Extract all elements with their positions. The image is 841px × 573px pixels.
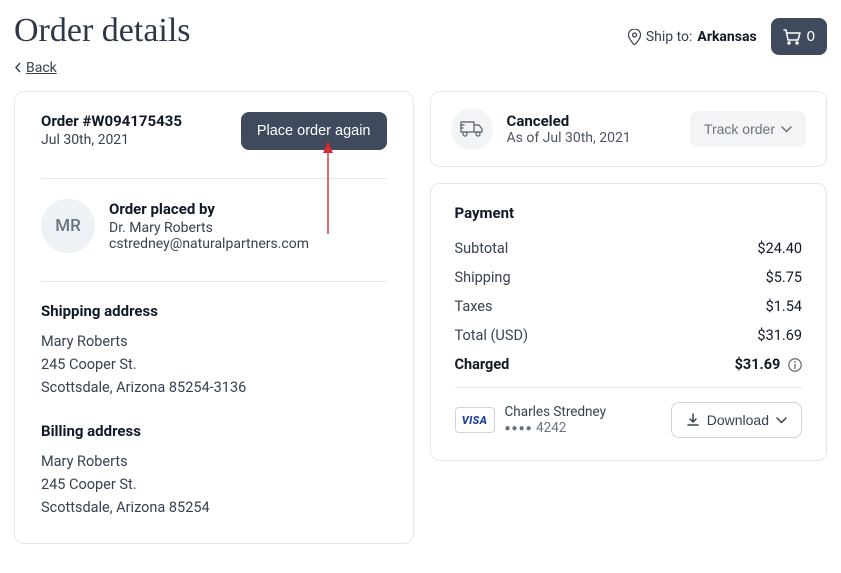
- download-icon: [686, 413, 700, 427]
- charged-label: Charged: [455, 356, 510, 373]
- status-title: Canceled: [507, 112, 631, 130]
- place-order-again-button[interactable]: Place order again: [241, 112, 387, 150]
- chevron-down-icon: [781, 126, 792, 133]
- left-column: Order #W094175435 Jul 30th, 2021 Place o…: [14, 91, 414, 544]
- billing-line2: Scottsdale, Arizona 85254: [41, 496, 387, 519]
- total-label: Total (USD): [455, 327, 529, 344]
- payment-card: Payment Subtotal $24.40 Shipping $5.75 T…: [430, 183, 828, 461]
- total-value: $31.69: [757, 327, 802, 344]
- cart-count: 0: [807, 28, 815, 45]
- subtotal-value: $24.40: [757, 240, 802, 257]
- credit-card-info: VISA Charles Stredney ●●●● 4242: [455, 404, 606, 436]
- cart-icon: [783, 29, 801, 45]
- download-label: Download: [707, 412, 769, 428]
- taxes-value: $1.54: [766, 298, 802, 315]
- shipping-line1: 245 Cooper St.: [41, 353, 387, 376]
- right-column: Canceled As of Jul 30th, 2021 Track orde…: [430, 91, 828, 461]
- billing-name: Mary Roberts: [41, 450, 387, 473]
- order-header-row: Order #W094175435 Jul 30th, 2021 Place o…: [41, 112, 387, 150]
- track-order-label: Track order: [704, 121, 775, 137]
- order-status-card: Canceled As of Jul 30th, 2021 Track orde…: [430, 91, 828, 167]
- charged-value: $31.69: [735, 356, 781, 373]
- shipping-label: Shipping: [455, 269, 511, 286]
- payment-bottom-row: VISA Charles Stredney ●●●● 4242 Download: [455, 402, 803, 438]
- billing-line1: 245 Cooper St.: [41, 473, 387, 496]
- billing-address-heading: Billing address: [41, 422, 387, 440]
- back-link-label: Back: [26, 60, 57, 76]
- placed-by-text: Order placed by Dr. Mary Roberts cstredn…: [109, 200, 309, 252]
- order-date: Jul 30th, 2021: [41, 132, 182, 148]
- status-text: Canceled As of Jul 30th, 2021: [507, 112, 631, 146]
- card-last4: 4242: [536, 420, 566, 436]
- shipping-line2: Scottsdale, Arizona 85254-3136: [41, 376, 387, 399]
- main-columns: Order #W094175435 Jul 30th, 2021 Place o…: [14, 91, 827, 544]
- order-meta: Order #W094175435 Jul 30th, 2021: [41, 112, 182, 148]
- placed-by-email: cstredney@naturalpartners.com: [109, 236, 309, 252]
- shipping-truck-icon: [451, 108, 493, 150]
- avatar: MR: [41, 199, 95, 253]
- order-number: Order #W094175435: [41, 112, 182, 130]
- charged-value-wrap: $31.69: [735, 356, 802, 373]
- visa-badge: VISA: [455, 407, 495, 433]
- order-card: Order #W094175435 Jul 30th, 2021 Place o…: [14, 91, 414, 544]
- placed-by-section: MR Order placed by Dr. Mary Roberts cstr…: [41, 199, 387, 253]
- header-left: Order details Back: [14, 12, 191, 77]
- cc-text: Charles Stredney ●●●● 4242: [505, 404, 606, 436]
- location-pin-icon: [628, 29, 641, 45]
- card-holder: Charles Stredney: [505, 404, 606, 420]
- info-icon[interactable]: [788, 358, 802, 372]
- shipping-name: Mary Roberts: [41, 330, 387, 353]
- status-left: Canceled As of Jul 30th, 2021: [451, 108, 631, 150]
- page-header: Order details Back Ship to: Arkansas 0: [14, 12, 827, 77]
- card-masked: ●●●● 4242: [505, 420, 606, 436]
- track-order-button[interactable]: Track order: [690, 111, 806, 147]
- status-subtitle: As of Jul 30th, 2021: [507, 130, 631, 146]
- ship-to-prefix: Ship to:: [646, 29, 693, 45]
- subtotal-row: Subtotal $24.40: [455, 240, 803, 257]
- divider: [455, 387, 803, 388]
- cart-button[interactable]: 0: [771, 18, 827, 55]
- taxes-label: Taxes: [455, 298, 493, 315]
- page-title: Order details: [14, 12, 191, 50]
- shipping-row: Shipping $5.75: [455, 269, 803, 286]
- total-row: Total (USD) $31.69: [455, 327, 803, 344]
- shipping-value: $5.75: [766, 269, 802, 286]
- ship-to[interactable]: Ship to: Arkansas: [628, 29, 757, 45]
- charged-row: Charged $31.69: [455, 356, 803, 373]
- download-button[interactable]: Download: [671, 402, 802, 438]
- placed-by-name: Dr. Mary Roberts: [109, 220, 309, 236]
- chevron-down-icon: [776, 417, 787, 424]
- divider: [41, 178, 387, 179]
- chevron-left-icon: [14, 62, 22, 73]
- payment-heading: Payment: [455, 204, 803, 222]
- ship-to-location: Arkansas: [697, 29, 756, 45]
- placed-by-heading: Order placed by: [109, 200, 309, 218]
- shipping-address-block: Shipping address Mary Roberts 245 Cooper…: [41, 302, 387, 400]
- back-link[interactable]: Back: [14, 60, 57, 76]
- header-right: Ship to: Arkansas 0: [628, 18, 827, 55]
- taxes-row: Taxes $1.54: [455, 298, 803, 315]
- subtotal-label: Subtotal: [455, 240, 509, 257]
- shipping-address-heading: Shipping address: [41, 302, 387, 320]
- addresses-section: Shipping address Mary Roberts 245 Cooper…: [41, 302, 387, 519]
- billing-address-block: Billing address Mary Roberts 245 Cooper …: [41, 422, 387, 520]
- divider: [41, 281, 387, 282]
